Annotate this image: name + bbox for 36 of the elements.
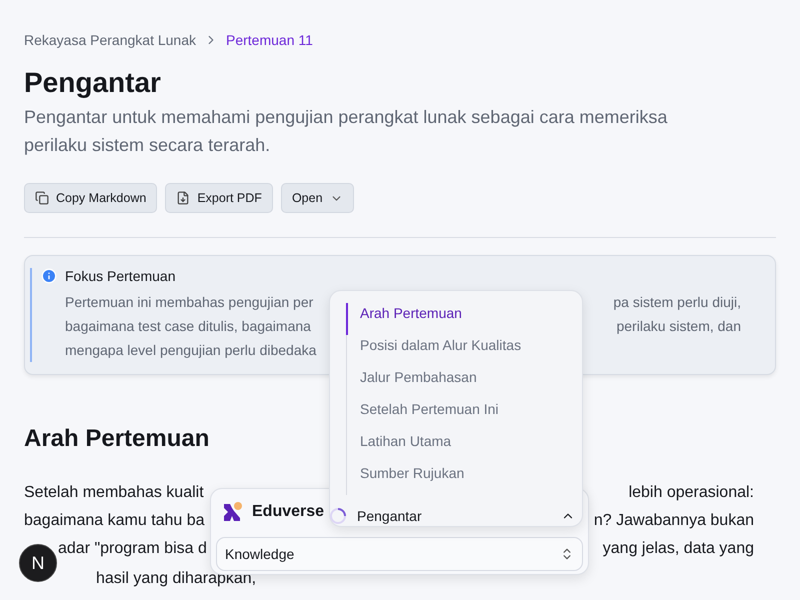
breadcrumb-link[interactable]: Rekayasa Perangkat Lunak [24, 32, 196, 48]
callout-text: bagaimana test case ditulis, bagaimana [65, 317, 311, 336]
action-button[interactable]: Open [280, 183, 354, 213]
callout-text: mengapa level pengujian perlu dibedaka [65, 341, 316, 360]
page-title: Pengantar [24, 67, 162, 99]
action-button[interactable]: Copy Markdown [24, 183, 158, 213]
section-heading: Arah Pertemuan [24, 425, 210, 453]
logo-icon [221, 501, 243, 523]
copy-icon [35, 191, 49, 205]
paragraph-text: n? Jawabannya bukan [594, 511, 754, 531]
page-subtitle: Pengantar untuk memahami pengujian perangkat lunak sebagai cara memeriksa perilaku sistem secara terarah. [24, 106, 668, 157]
toc-toggle[interactable]: Pengantar [329, 507, 575, 525]
paragraph-text: yang jelas, data yang [602, 539, 754, 559]
toc-item[interactable]: Arah Pertemuan [346, 303, 566, 335]
paragraph-text: lebih operasional: [628, 483, 754, 503]
brand-name: Eduverse [252, 503, 324, 521]
app-badge[interactable]: N [19, 544, 57, 582]
breadcrumb-link[interactable]: Pertemuan 11 [226, 32, 313, 48]
callout-title: Fokus Pertemuan [65, 268, 176, 284]
paragraph-text: hasil yang diharapkan, [96, 569, 256, 589]
paragraph-text: bagaimana kamu tahu ba [24, 511, 205, 531]
callout-text: pa sistem perlu diuji, [613, 293, 741, 312]
toc-item[interactable]: Setelah Pertemuan Ini [346, 399, 566, 431]
toc-item[interactable]: Jalur Pembahasan [346, 367, 566, 399]
info-icon [41, 268, 57, 284]
callout-text: perilaku sistem, dan [616, 317, 741, 336]
file-download-icon [176, 191, 190, 205]
section-select[interactable]: Knowledge [216, 537, 583, 571]
paragraph-text: Setelah membahas kualit [24, 483, 204, 503]
spinner-icon [329, 507, 347, 525]
action-button[interactable]: Export PDF [165, 183, 273, 213]
paragraph-text: adar "program bisa d [58, 539, 207, 559]
toc-item[interactable]: Latihan Utama [346, 431, 566, 463]
toc-item[interactable]: Posisi dalam Alur Kualitas [346, 335, 566, 367]
toc-item[interactable]: Sumber Rujukan [346, 463, 566, 495]
callout-text: Pertemuan ini membahas pengujian per [65, 293, 314, 312]
